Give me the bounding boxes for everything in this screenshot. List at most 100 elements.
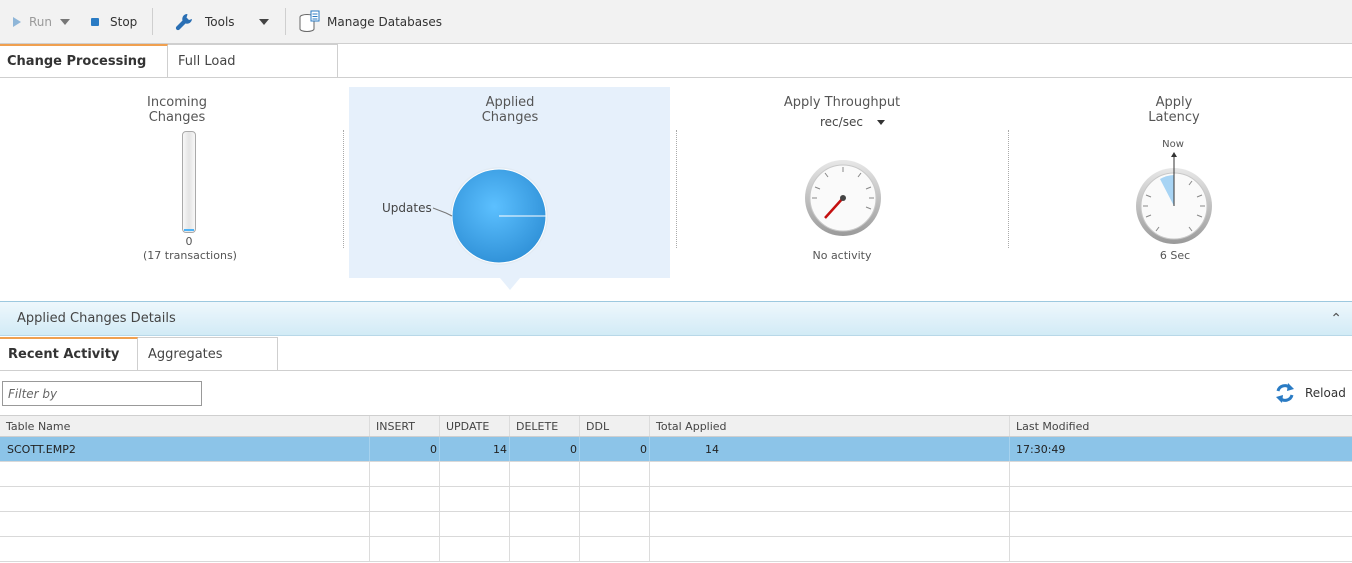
tab-change-processing[interactable]: Change Processing — [0, 44, 168, 77]
cell — [649, 487, 1009, 511]
empty-row — [0, 487, 1352, 512]
reload-icon — [1276, 383, 1294, 403]
column-header-update[interactable]: UPDATE — [439, 416, 509, 436]
cell-table-name: SCOTT.EMP2 — [7, 442, 76, 456]
filter-input[interactable] — [2, 381, 202, 406]
stop-icon — [91, 18, 99, 26]
cell-total-applied: 14 — [649, 437, 1009, 461]
table-header: Table Name INSERT UPDATE DELETE DDL Tota… — [0, 415, 1352, 437]
cell-last-modified: 17:30:49 — [1009, 437, 1352, 461]
incoming-transactions: (17 transactions) — [143, 249, 237, 262]
database-icon — [299, 10, 320, 32]
empty-row — [0, 537, 1352, 562]
cell — [579, 537, 649, 561]
divider — [1008, 130, 1009, 248]
cell — [579, 487, 649, 511]
tools-label: Tools — [205, 15, 235, 29]
cell — [509, 462, 579, 486]
column-header-ddl[interactable]: DDL — [579, 416, 649, 436]
pie-slice-label: Updates — [382, 201, 432, 215]
toolbar-divider — [285, 8, 286, 35]
title-line: Changes — [148, 110, 206, 125]
tab-label: Recent Activity — [8, 347, 120, 362]
column-header-table-name[interactable]: Table Name — [0, 416, 369, 436]
cell — [439, 462, 509, 486]
cell — [649, 512, 1009, 536]
title-line: Applied — [485, 95, 535, 110]
stop-label: Stop — [110, 15, 138, 29]
title-line: Apply — [1155, 95, 1193, 110]
title-line: Latency — [1148, 110, 1200, 125]
run-label: Run — [29, 15, 53, 29]
cell — [509, 537, 579, 561]
tab-full-load[interactable]: Full Load — [168, 44, 338, 77]
cell — [1009, 487, 1352, 511]
column-header-total-applied[interactable]: Total Applied — [649, 416, 1009, 436]
apply-throughput-title: Apply Throughput — [783, 95, 901, 110]
tab-recent-activity[interactable]: Recent Activity — [0, 337, 138, 370]
manage-databases-button[interactable]: Manage Databases — [298, 0, 442, 44]
details-header-label: Applied Changes Details — [17, 311, 176, 326]
cell-ddl: 0 — [579, 437, 649, 461]
applied-changes-title: Applied Changes — [450, 95, 570, 125]
table-row[interactable]: SCOTT.EMP2 0 14 0 0 14 17:30:49 — [0, 437, 1352, 462]
cell — [1009, 537, 1352, 561]
cell — [649, 462, 1009, 486]
cell — [369, 487, 439, 511]
throughput-gauge — [805, 160, 881, 236]
recent-activity-table: Table Name INSERT UPDATE DELETE DDL Tota… — [0, 415, 1352, 562]
latency-gauge — [1136, 152, 1212, 244]
collapse-icon[interactable]: ⌃ — [1330, 311, 1342, 327]
cell — [509, 512, 579, 536]
play-icon — [13, 17, 21, 27]
chevron-down-icon — [259, 19, 269, 25]
cell — [1009, 512, 1352, 536]
chevron-down-icon — [876, 119, 885, 125]
chevron-down-icon — [60, 19, 70, 25]
apply-latency-title: Apply Latency — [1114, 95, 1234, 125]
column-header-insert[interactable]: INSERT — [369, 416, 439, 436]
cell — [509, 487, 579, 511]
reload-label: Reload — [1305, 386, 1346, 400]
tab-aggregates[interactable]: Aggregates — [138, 337, 278, 370]
toolbar-divider — [152, 8, 153, 35]
cell-insert: 0 — [369, 437, 439, 461]
cell — [579, 512, 649, 536]
cell — [439, 537, 509, 561]
toolbar: Run Stop Tools Manage Databases — [0, 0, 1352, 44]
column-header-last-modified[interactable]: Last Modified — [1009, 416, 1352, 436]
throughput-unit-select[interactable]: rec/sec — [820, 114, 885, 130]
cell — [369, 537, 439, 561]
cell — [369, 462, 439, 486]
cell — [579, 462, 649, 486]
run-dropdown-button[interactable] — [60, 0, 70, 44]
reload-button[interactable]: Reload — [1274, 381, 1346, 405]
title-line: Incoming — [147, 95, 207, 110]
manage-databases-label: Manage Databases — [327, 15, 442, 29]
latency-value: 6 Sec — [1159, 249, 1191, 262]
throughput-status: No activity — [812, 249, 872, 262]
run-button[interactable]: Run — [12, 0, 52, 44]
incoming-changes-title: Incoming Changes — [117, 95, 237, 125]
cell — [1009, 462, 1352, 486]
cell-update: 14 — [439, 437, 509, 461]
latency-now-label: Now — [1162, 139, 1184, 150]
applied-changes-pie — [432, 167, 548, 265]
applied-changes-details-header[interactable]: Applied Changes Details ⌃ — [0, 301, 1352, 336]
empty-row — [0, 462, 1352, 487]
tools-dropdown-button[interactable] — [259, 0, 269, 44]
details-tabs: Recent Activity Aggregates — [0, 337, 1352, 371]
tab-label: Aggregates — [148, 346, 223, 362]
cell — [439, 512, 509, 536]
unit-label: rec/sec — [820, 115, 863, 129]
cell — [369, 512, 439, 536]
column-header-delete[interactable]: DELETE — [509, 416, 579, 436]
stop-button[interactable]: Stop — [90, 0, 137, 44]
tools-button[interactable]: Tools — [174, 0, 235, 44]
empty-row — [0, 512, 1352, 537]
main-tabs: Change Processing Full Load — [0, 44, 1352, 78]
tab-label: Full Load — [178, 53, 236, 69]
applied-panel-pointer — [500, 278, 520, 290]
tab-label: Change Processing — [7, 54, 147, 69]
incoming-value: 0 — [185, 235, 193, 248]
